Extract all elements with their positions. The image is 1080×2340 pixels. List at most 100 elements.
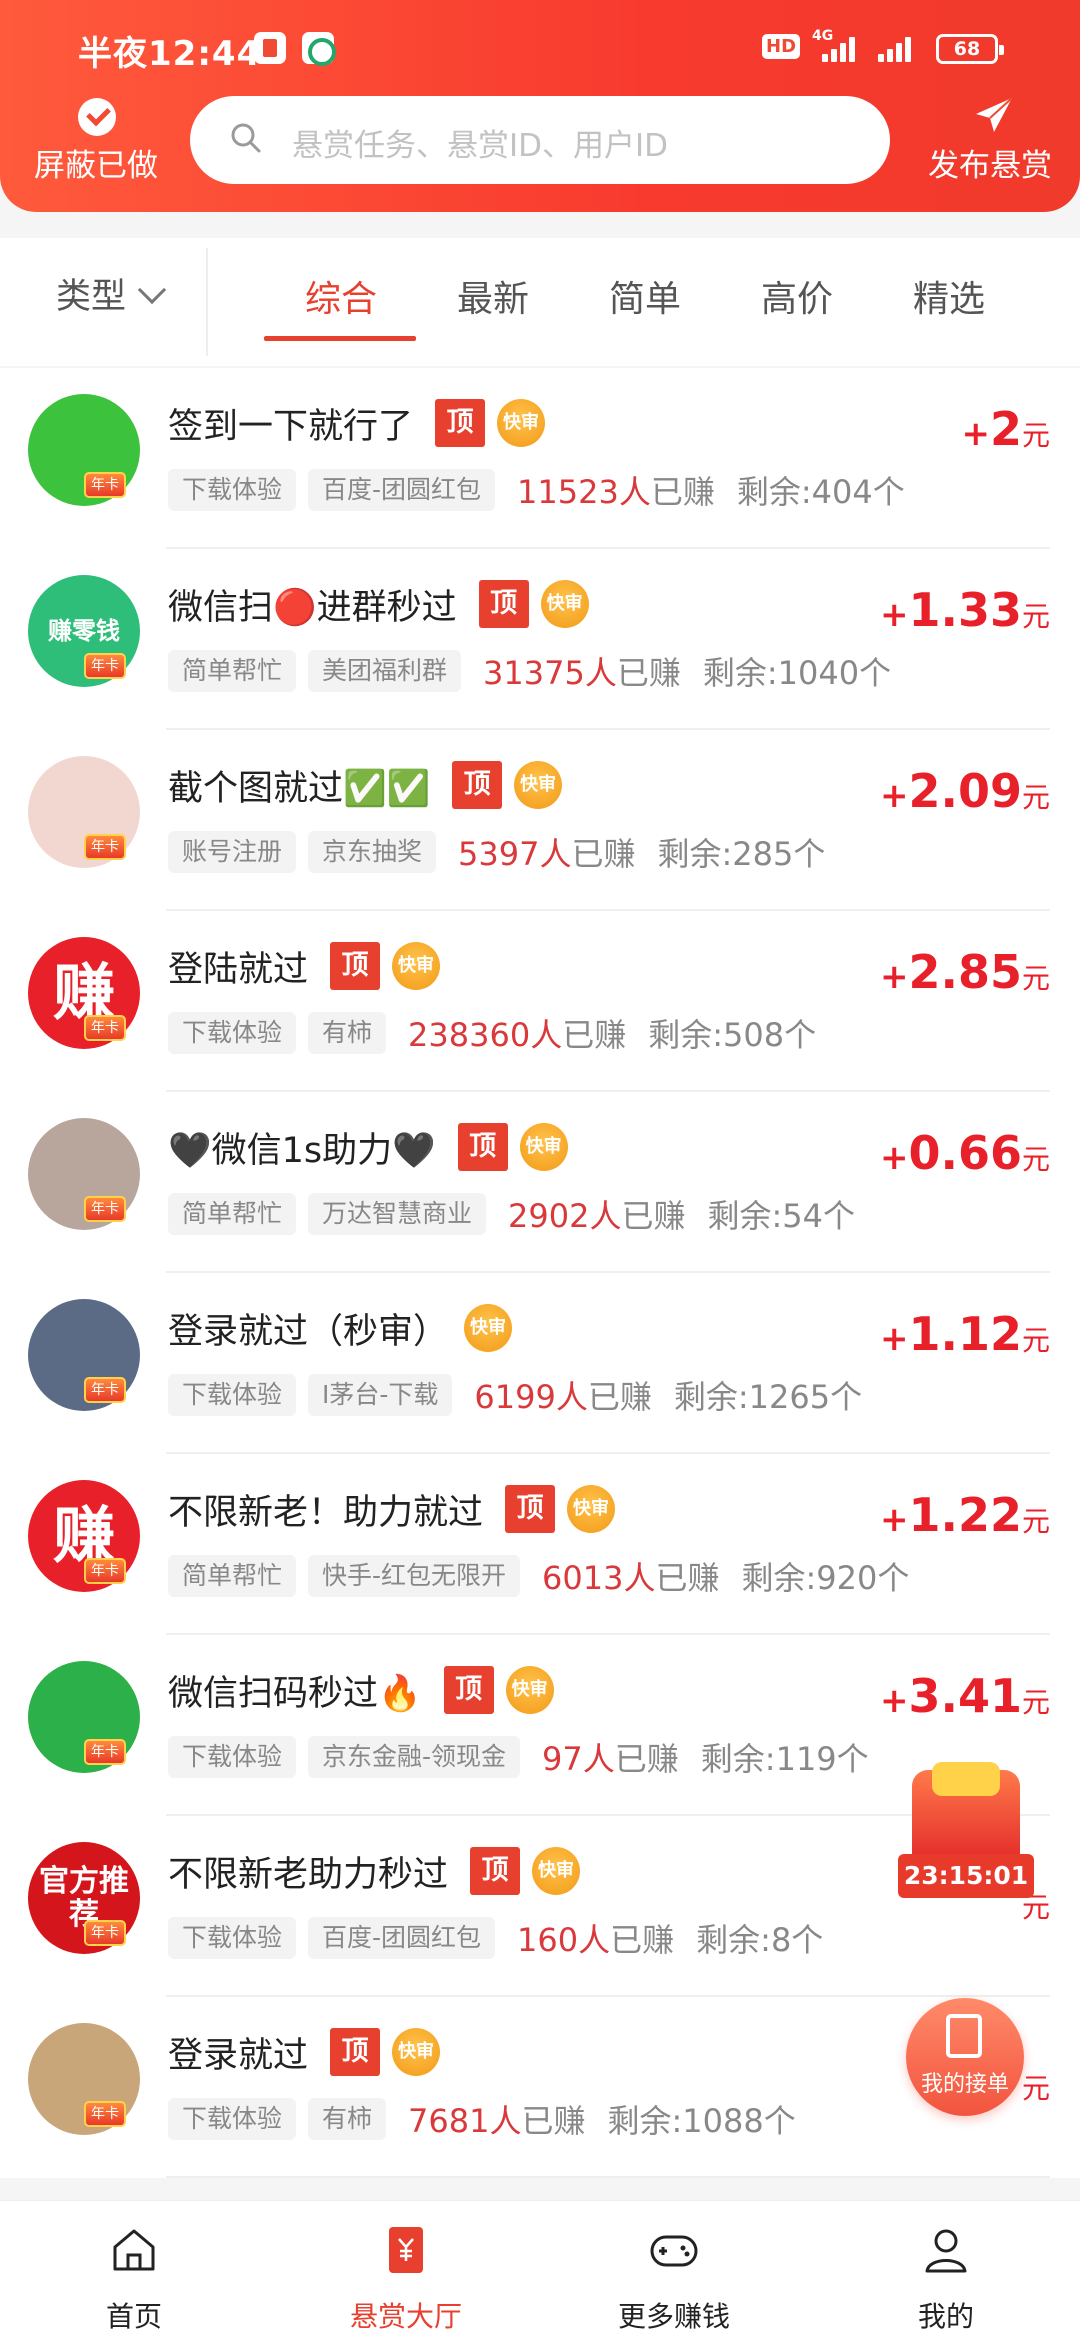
type-dropdown-label: 类型 (56, 277, 127, 317)
category-chip: 简单帮忙 (168, 1555, 297, 1597)
reward-amount: +0.66元 (880, 1126, 1050, 1180)
signal-icon-2 (878, 36, 918, 62)
year-card-badge: 年卡 (84, 1920, 126, 1946)
avatar: 赚年卡 (28, 1480, 140, 1592)
avatar: 官方推荐 年卡 (28, 1842, 140, 1954)
tab-featured[interactable]: 精选 (874, 270, 1024, 322)
fast-review-badge: 快审 (540, 580, 589, 628)
reward-amount: +2.09元 (880, 764, 1050, 818)
task-row[interactable]: 年卡 截个图就过✅✅ 顶快审 账号注册 京东抽奖 5397人已赚 剩余:285个 +2.09元 (0, 730, 1080, 911)
filter-bar: 类型 综合 最新 简单 高价 精选 (0, 238, 1080, 366)
reward-unit: 元 (1021, 781, 1050, 814)
nav-home-label: 首页 (105, 2300, 162, 2333)
tab-latest[interactable]: 最新 (418, 270, 568, 322)
reward-amount: +2元 (961, 402, 1050, 456)
reward-plus: + (879, 595, 909, 635)
reward-plus: + (879, 1319, 909, 1359)
status-bar: 半夜12:44 HD 4G 68 (0, 0, 1080, 96)
year-card-badge: 年卡 (84, 1377, 126, 1403)
nav-more-earning[interactable]: 更多赚钱 (574, 2223, 774, 2335)
publish-reward-button[interactable]: 发布悬赏 (910, 96, 1070, 186)
earned-number: 97人 (542, 1740, 615, 1778)
category-chip: 下载体验 (168, 469, 297, 511)
divider (206, 248, 208, 356)
task-row[interactable]: 年卡 登录就过（秒审） 快审 下载体验 I茅台-下载 6199人已赚 剩余:1265个 +1.… (0, 1273, 1080, 1454)
task-meta-row: 下载体验 京东金融-领现金 97人已赚 剩余:119个 (168, 1735, 869, 1779)
hd-indicator: HD (762, 34, 801, 59)
task-list: 年卡 签到一下就行了顶快审 下载体验 百度-团圆红包 11523人已赚 剩余:404个 +2… (0, 368, 1080, 2178)
earned-suffix: 已赚 (621, 1197, 686, 1235)
nav-reward-hall[interactable]: 悬赏大厅 (306, 2223, 506, 2335)
task-title-row: 登录就过顶快审 (168, 2027, 441, 2077)
tab-comprehensive[interactable]: 综合 (266, 270, 416, 322)
search-input[interactable]: 悬赏任务、悬赏ID、用户ID (190, 96, 890, 184)
earned-count: 6013人已赚 (542, 1553, 719, 1599)
top-badge: 顶 (470, 1847, 521, 1895)
task-title-row: 微信扫码秒过🔥 顶快审 (168, 1665, 554, 1715)
earned-count: 2902人已赚 (508, 1191, 685, 1237)
earned-count: 238360人已赚 (408, 1010, 626, 1056)
reward-value: 1.22 (908, 1488, 1022, 1542)
task-row[interactable]: 年卡 🖤微信1s助力🖤 顶快审 简单帮忙 万达智慧商业 2902人已赚 剩余:54个 +0.6… (0, 1092, 1080, 1273)
fast-review-badge: 快审 (567, 1485, 616, 1533)
project-chip: 百度-团圆红包 (308, 1917, 496, 1959)
red-packet-float-button[interactable]: 23:15:01 (898, 1762, 1034, 1900)
reward-hall-icon (389, 2227, 423, 2273)
reward-unit: 元 (1021, 962, 1050, 995)
check-circle-icon (78, 98, 116, 136)
reward-amount: +1.12元 (880, 1307, 1050, 1361)
avatar: 赚年卡 (28, 937, 140, 1049)
category-chip: 下载体验 (168, 2098, 297, 2140)
earned-suffix: 已赚 (521, 2102, 586, 2140)
shield-done-label: 屏蔽已做 (34, 148, 158, 184)
tab-simple[interactable]: 简单 (570, 270, 720, 322)
fast-review-badge: 快审 (514, 761, 563, 809)
earned-number: 2902人 (508, 1197, 622, 1235)
top-badge: 顶 (330, 942, 381, 990)
top-badge: 顶 (435, 399, 486, 447)
task-title-row: 🖤微信1s助力🖤 顶快审 (168, 1122, 568, 1172)
project-chip: 快手-红包无限开 (308, 1555, 521, 1597)
task-meta-row: 下载体验 有柿 7681人已赚 剩余:1088个 (168, 2097, 796, 2141)
reward-plus: + (879, 1138, 909, 1178)
earned-suffix: 已赚 (616, 654, 681, 692)
fast-review-badge: 快审 (505, 1666, 554, 1714)
category-chip: 简单帮忙 (168, 650, 297, 692)
remaining-count: 剩余:119个 (700, 1740, 869, 1778)
task-row[interactable]: 赚年卡 登陆就过顶快审 下载体验 有柿 238360人已赚 剩余:508个 +2.85元 (0, 911, 1080, 1092)
earned-count: 6199人已赚 (474, 1372, 651, 1418)
category-chip: 简单帮忙 (168, 1193, 297, 1235)
task-row[interactable]: 赚零钱 年卡 微信扫🔴进群秒过顶快审 简单帮忙 美团福利群 31375人已赚 剩余:1040… (0, 549, 1080, 730)
project-chip: 美团福利群 (308, 650, 462, 692)
reward-value: 3.41 (908, 1669, 1022, 1723)
reward-amount: +1.22元 (880, 1488, 1050, 1542)
earned-number: 6199人 (474, 1378, 588, 1416)
reward-amount: +3.41元 (880, 1669, 1050, 1723)
type-dropdown[interactable]: 类型 (56, 268, 167, 328)
fast-review-badge: 快审 (519, 1123, 568, 1171)
remaining-count: 剩余:54个 (707, 1197, 856, 1235)
shield-done-button[interactable]: 屏蔽已做 (26, 98, 166, 188)
nav-home[interactable]: 首页 (34, 2223, 234, 2335)
reward-plus: + (961, 414, 990, 454)
reward-unit: 元 (1021, 1143, 1050, 1176)
task-meta-row: 简单帮忙 万达智慧商业 2902人已赚 剩余:54个 (168, 1192, 855, 1236)
task-title-row: 不限新老助力秒过顶快审 (168, 1846, 581, 1896)
tab-high-price[interactable]: 高价 (722, 270, 872, 322)
task-row[interactable]: 年卡 签到一下就行了顶快审 下载体验 百度-团圆红包 11523人已赚 剩余:404个 +2… (0, 368, 1080, 549)
nav-me[interactable]: 我的 (846, 2223, 1046, 2335)
earned-suffix: 已赚 (610, 1921, 675, 1959)
reward-value: 2.09 (908, 764, 1022, 818)
fast-review-badge: 快审 (392, 2028, 441, 2076)
reward-unit: 元 (1021, 1324, 1050, 1357)
my-orders-float-button[interactable]: 我的接单 (906, 1998, 1024, 2116)
top-badge: 顶 (452, 761, 503, 809)
avatar: 年卡 (28, 394, 140, 506)
project-chip: 有柿 (308, 2098, 387, 2140)
bottom-nav: 首页 悬赏大厅 更多赚钱 我的 (0, 2200, 1080, 2340)
reward-value: 2.85 (908, 945, 1022, 999)
task-title-row: 签到一下就行了顶快审 (168, 398, 546, 448)
avatar: 年卡 (28, 2023, 140, 2135)
year-card-badge: 年卡 (84, 653, 126, 679)
task-row[interactable]: 赚年卡 不限新老！助力就过顶快审 简单帮忙 快手-红包无限开 6013人已赚 剩余:920… (0, 1454, 1080, 1635)
